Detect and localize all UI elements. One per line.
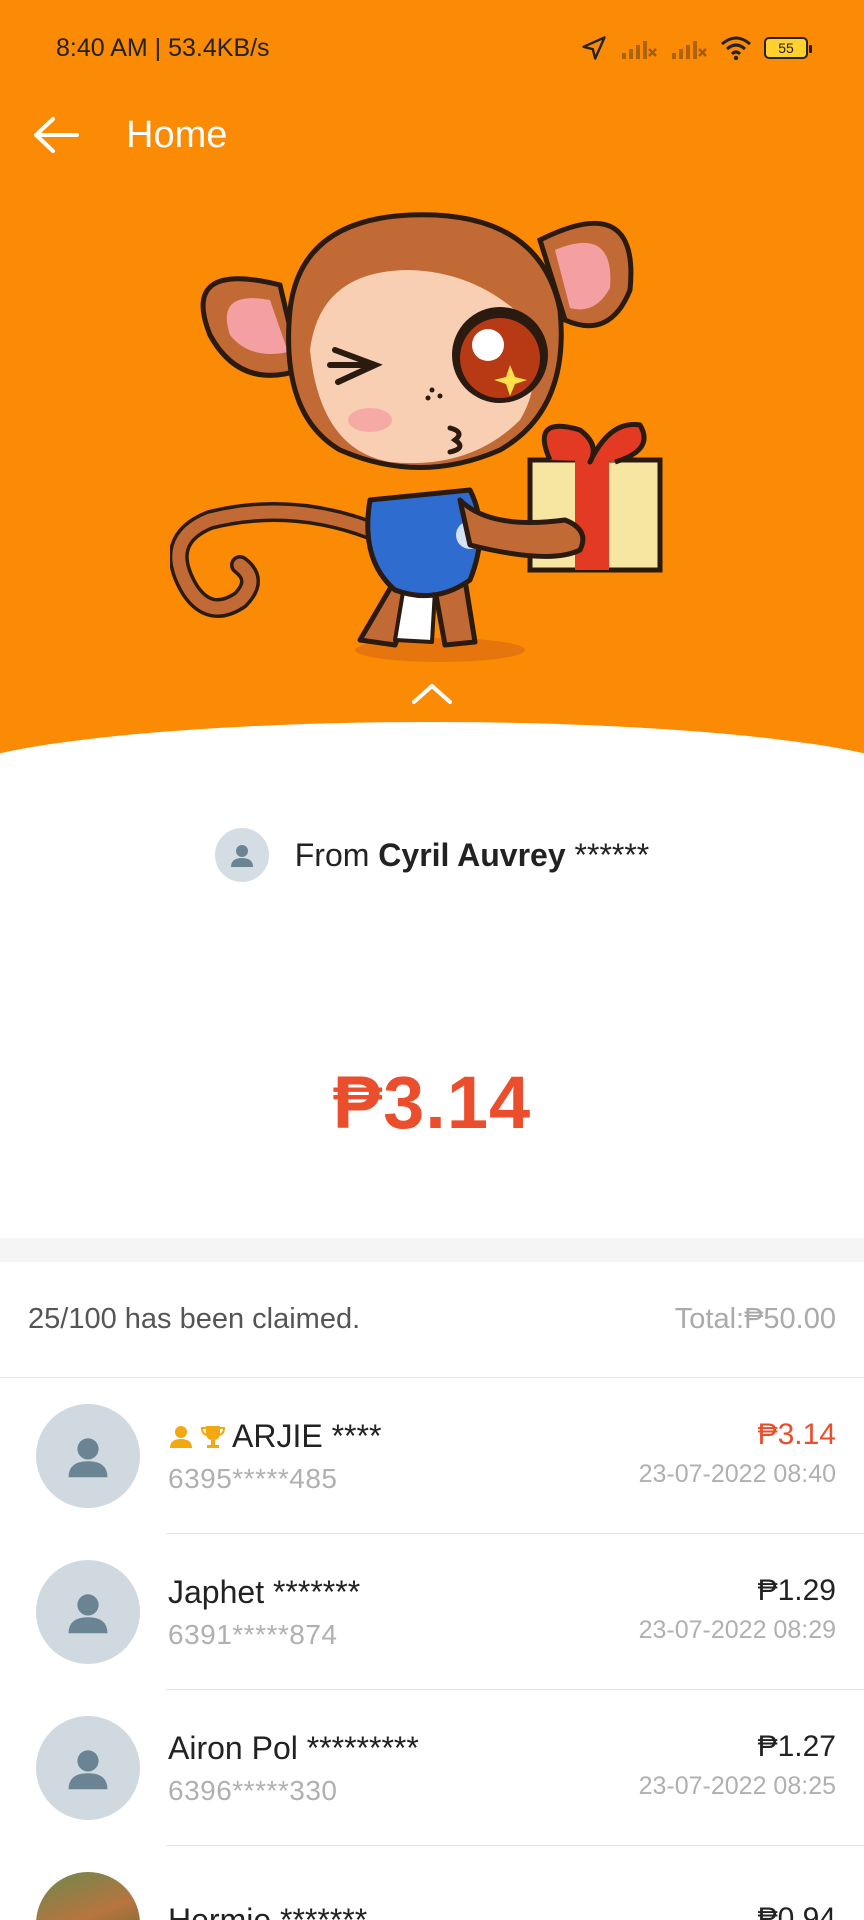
claim-row-right: ₱1.29 23-07-2022 08:29 bbox=[639, 1574, 836, 1651]
avatar-photo bbox=[36, 1872, 140, 1920]
total-amount: Total:₱50.00 bbox=[674, 1303, 836, 1335]
sender-text: From Cyril Auvrey ****** bbox=[295, 837, 650, 874]
claim-row[interactable]: Japhet ******* 6391*****874 ₱1.29 23-07-… bbox=[0, 1534, 864, 1690]
claims-list: ARJIE **** 6395*****485 ₱3.14 23-07-2022… bbox=[0, 1378, 864, 1920]
claim-row-right: ₱1.27 23-07-2022 08:25 bbox=[639, 1730, 836, 1807]
status-bar: 8:40 AM | 53.4KB/s 55 bbox=[0, 0, 864, 96]
person-icon bbox=[68, 1750, 108, 1790]
claim-row[interactable]: Airon Pol ********* 6396*****330 ₱1.27 2… bbox=[0, 1690, 864, 1846]
page-title: Home bbox=[126, 113, 228, 156]
claim-row-body: Airon Pol ********* 6396*****330 ₱1.27 2… bbox=[168, 1730, 836, 1807]
back-button[interactable] bbox=[28, 107, 84, 163]
claim-row-left: Airon Pol ********* 6396*****330 bbox=[168, 1730, 419, 1807]
person-icon bbox=[68, 1594, 108, 1634]
claimer-name: Airon Pol ********* bbox=[168, 1729, 419, 1766]
claim-datetime: 23-07-2022 08:25 bbox=[638, 1771, 836, 1800]
sender-line: From Cyril Auvrey ****** bbox=[0, 828, 864, 882]
claim-row[interactable]: ARJIE **** 6395*****485 ₱3.14 23-07-2022… bbox=[0, 1378, 864, 1534]
top-nav: Home bbox=[0, 100, 864, 170]
claim-datetime: 23-07-2022 08:40 bbox=[638, 1459, 836, 1488]
avatar bbox=[36, 1404, 140, 1508]
claim-row-right: ₱3.14 23-07-2022 08:40 bbox=[639, 1418, 836, 1495]
claim-row-left: Japhet ******* 6391*****874 bbox=[168, 1574, 360, 1651]
claim-summary: 25/100 has been claimed. Total:₱50.00 bbox=[0, 1262, 864, 1378]
monkey-gift-illustration bbox=[170, 212, 663, 662]
claim-datetime: 23-07-2022 08:29 bbox=[638, 1615, 836, 1644]
arrow-left-icon bbox=[34, 117, 79, 153]
claimer-name: Hermie ******* bbox=[168, 1901, 368, 1920]
received-amount: ₱3.14 bbox=[332, 1061, 532, 1144]
claim-row-body: Japhet ******* 6391*****874 ₱1.29 23-07-… bbox=[168, 1574, 836, 1651]
claim-amount: ₱1.27 bbox=[757, 1729, 836, 1763]
claim-amount: ₱0.94 bbox=[757, 1901, 836, 1920]
claim-row-right: ₱0.94 bbox=[758, 1902, 836, 1920]
header-banner: 8:40 AM | 53.4KB/s 55 Home bbox=[0, 0, 864, 760]
sender-prefix: From bbox=[294, 836, 379, 873]
claimer-name-line: ARJIE **** bbox=[168, 1418, 381, 1455]
claimer-name: Japhet ******* bbox=[168, 1573, 361, 1610]
status-time: 8:40 AM | 53.4KB/s bbox=[56, 33, 270, 62]
person-icon bbox=[68, 1438, 108, 1478]
section-divider bbox=[0, 1238, 864, 1262]
claimer-phone: 6396*****330 bbox=[168, 1774, 338, 1806]
wifi-icon bbox=[721, 36, 751, 61]
signal-2-icon bbox=[672, 41, 707, 59]
sender-suffix: ****** bbox=[565, 836, 650, 873]
claim-row-left: ARJIE **** 6395*****485 bbox=[168, 1418, 381, 1495]
user-badge-icon bbox=[168, 1423, 194, 1449]
status-icons: 55 bbox=[580, 34, 812, 62]
claim-amount: ₱1.29 bbox=[757, 1573, 836, 1607]
claimer-phone: 6395*****485 bbox=[168, 1462, 338, 1494]
trophy-icon bbox=[200, 1423, 226, 1449]
claimed-count: 25/100 has been claimed. bbox=[28, 1303, 361, 1335]
claim-row-body: ARJIE **** 6395*****485 ₱3.14 23-07-2022… bbox=[168, 1418, 836, 1495]
claimer-phone: 6391*****874 bbox=[168, 1618, 338, 1650]
person-icon bbox=[230, 845, 253, 867]
claimer-name: ARJIE **** bbox=[232, 1417, 382, 1454]
location-icon bbox=[582, 36, 606, 60]
header-curve bbox=[0, 722, 864, 760]
claim-row-left: Hermie ******* bbox=[168, 1902, 367, 1920]
avatar bbox=[36, 1716, 140, 1820]
signal-1-icon bbox=[622, 41, 657, 59]
claim-amount: ₱3.14 bbox=[757, 1417, 836, 1451]
claim-row[interactable]: Hermie ******* ₱0.94 bbox=[0, 1846, 864, 1920]
sender-name: Cyril Auvrey bbox=[378, 836, 566, 873]
avatar bbox=[36, 1560, 140, 1664]
chevron-up-icon[interactable] bbox=[410, 680, 454, 708]
claim-row-body: Hermie ******* ₱0.94 bbox=[168, 1902, 836, 1920]
sender-avatar bbox=[214, 828, 269, 882]
battery-icon: 55 bbox=[764, 37, 812, 59]
